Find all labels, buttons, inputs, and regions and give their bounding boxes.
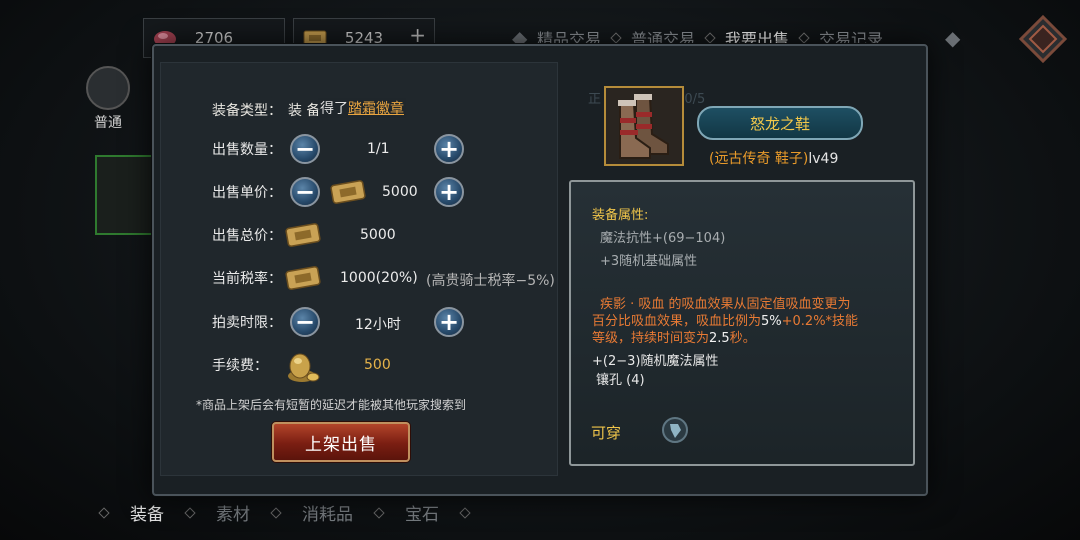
duration-minus-button[interactable]: − <box>290 307 320 337</box>
listing-delay-notice: *商品上架后会有短暂的延迟才能被其他玩家搜索到 <box>196 398 467 412</box>
coin-bag-icon <box>288 353 320 382</box>
tab-separator-icon <box>704 32 716 44</box>
attributes-title: 装备属性: <box>592 208 649 223</box>
equip-type-value: 装 备 <box>288 103 321 119</box>
attribute-extra: +(2−3)随机魔法属性 <box>592 354 719 369</box>
quantity-label: 出售数量： <box>212 142 282 158</box>
tax-row: 当前税率： <box>212 263 288 293</box>
item-icon-slot <box>604 86 684 166</box>
equip-type-label: 装备类型： <box>212 103 282 119</box>
unit-price-minus-button[interactable]: − <box>290 177 320 207</box>
attribute-extra: 镶孔 (4) <box>596 373 645 388</box>
emblem-icon[interactable] <box>1018 14 1068 64</box>
tab-consumables[interactable]: 消耗品 <box>280 500 375 525</box>
gem-icon <box>662 417 688 443</box>
quantity-value: 1/1 <box>367 141 390 157</box>
minus-icon: − <box>294 308 316 336</box>
tab-equipment[interactable]: 装备 <box>108 500 186 525</box>
acquired-notice: 得了踏霜徽章 <box>318 98 406 118</box>
tax-label: 当前税率： <box>212 271 282 287</box>
tab-separator-icon <box>798 32 810 44</box>
item-quality: (远古传奇 鞋子) <box>709 151 809 167</box>
wearable-label: 可穿 <box>591 424 622 442</box>
acquired-prefix: 得了 <box>320 101 348 117</box>
tax-note: (高贵骑士税率−5%) <box>426 273 555 289</box>
attribute-line: 魔法抗性+(69−104) <box>600 231 726 246</box>
minus-icon: − <box>294 178 316 206</box>
total-price-label: 出售总价： <box>212 228 282 244</box>
unit-price-plus-button[interactable]: + <box>434 177 464 207</box>
unit-price-row: 出售单价： <box>212 177 288 207</box>
total-price-value: 5000 <box>360 227 396 243</box>
tab-materials[interactable]: 素材 <box>194 500 272 525</box>
quantity-plus-button[interactable]: + <box>434 134 464 164</box>
plus-icon: + <box>438 178 460 206</box>
unit-price-value[interactable]: 5000 <box>382 184 418 200</box>
category-normal[interactable]: 普通 <box>84 66 132 132</box>
list-for-sale-button[interactable]: 上架出售 <box>272 422 410 462</box>
plus-icon: + <box>438 308 460 336</box>
bottom-tab-bar: 装备 素材 消耗品 宝石 <box>98 500 471 525</box>
ticket-icon <box>285 266 321 290</box>
quantity-minus-button[interactable]: − <box>290 134 320 164</box>
tab-gems[interactable]: 宝石 <box>383 500 461 525</box>
fee-value: 500 <box>364 357 391 373</box>
total-price-row: 出售总价： <box>212 220 288 250</box>
effect-value: 2.5 <box>709 331 730 346</box>
category-label: 普通 <box>94 115 122 131</box>
tab-separator-icon <box>610 32 622 44</box>
tab-separator-icon <box>459 506 471 519</box>
inventory-item-slot[interactable] <box>95 155 155 235</box>
duration-label: 拍卖时限： <box>212 315 282 331</box>
tax-value: 1000(20%) <box>340 270 418 286</box>
ticket-icon <box>285 223 321 247</box>
plus-icon: + <box>438 135 460 163</box>
fee-label: 手续费： <box>212 358 268 374</box>
duration-row: 拍卖时限： <box>212 307 288 337</box>
fee-row: 手续费： <box>212 350 288 380</box>
ticket-icon <box>330 180 366 204</box>
duration-plus-button[interactable]: + <box>434 307 464 337</box>
acquired-item-link[interactable]: 踏霜徽章 <box>348 101 404 117</box>
unit-price-label: 出售单价： <box>212 185 282 201</box>
item-quality-level: (远古传奇 鞋子)lv49 <box>709 148 838 168</box>
tab-right-arrow-icon: ◆ <box>945 26 961 50</box>
special-effect-text: 疾影 · 吸血 的吸血效果从固定值吸血变更为百分比吸血效果，吸血比例为5%+0.… <box>592 296 862 347</box>
item-level: lv49 <box>808 151 839 167</box>
equip-type-row: 装备类型： 装 备 <box>212 100 320 120</box>
effect-segment: 秒。 <box>729 331 756 346</box>
item-name-badge: 怒龙之鞋 <box>697 106 863 140</box>
duration-value: 12小时 <box>355 317 401 333</box>
effect-segment: 疾影 · 吸血 <box>600 297 665 312</box>
effect-value: 5% <box>761 314 782 329</box>
quantity-row: 出售数量： <box>212 134 288 164</box>
attribute-line: +3随机基础属性 <box>600 254 698 269</box>
category-icon <box>86 66 130 110</box>
minus-icon: − <box>294 135 316 163</box>
boots-icon <box>618 94 669 159</box>
